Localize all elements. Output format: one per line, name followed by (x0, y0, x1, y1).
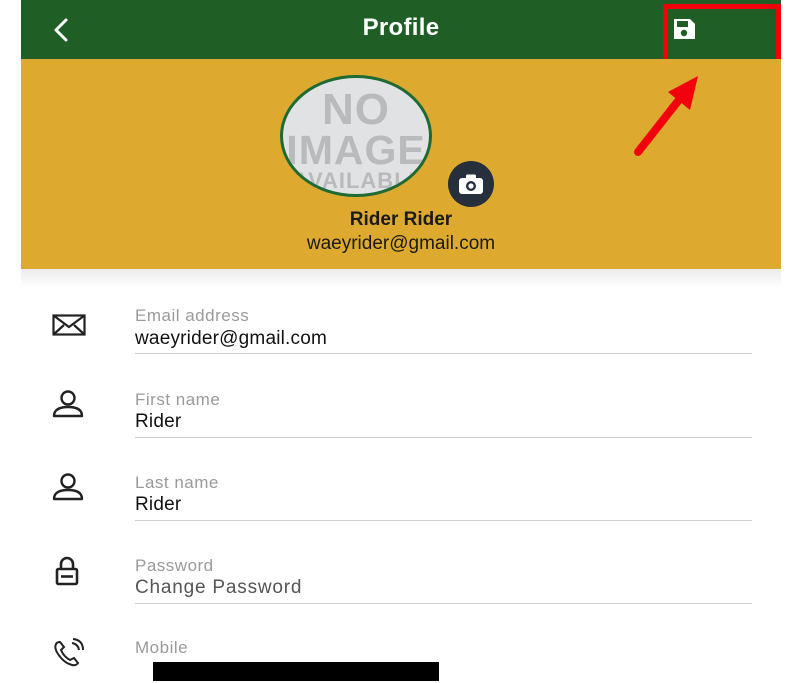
page-title: Profile (362, 14, 440, 41)
save-button[interactable] (672, 18, 696, 40)
email-label: Email address (135, 306, 250, 325)
phone-icon (54, 638, 84, 667)
header-shadow (21, 269, 781, 289)
password-field[interactable]: Password Change Password (0, 552, 789, 608)
last-name-field[interactable]: Last name Rider (0, 467, 789, 523)
last-name-value: Rider (135, 494, 182, 515)
avatar-placeholder-line3: AVAILABLE (292, 168, 425, 193)
camera-icon (459, 174, 483, 194)
envelope-icon (52, 314, 86, 336)
lock-icon (55, 556, 79, 586)
avatar-placeholder-line1: NO (322, 85, 390, 134)
redaction-bar (153, 662, 439, 681)
mobile-label: Mobile (135, 638, 189, 657)
avatar-placeholder-line2: IMAGE (286, 127, 426, 173)
first-name-value: Rider (135, 411, 182, 432)
last-name-label: Last name (135, 473, 219, 492)
email-field[interactable]: Email address waeyrider@gmail.com (0, 300, 789, 356)
profile-email: waeyrider@gmail.com (306, 233, 496, 254)
first-name-field[interactable]: First name Rider (0, 384, 789, 440)
floppy-disk-icon (674, 19, 695, 39)
person-icon (52, 473, 84, 501)
person-icon (52, 390, 84, 418)
last-name-underline (135, 520, 752, 521)
password-label: Password (135, 556, 214, 575)
profile-name: Rider Rider (349, 209, 453, 230)
top-app-bar: Profile (21, 0, 781, 59)
password-underline (135, 603, 752, 604)
email-underline (135, 353, 752, 354)
change-password-link[interactable]: Change Password (135, 577, 302, 599)
email-value: waeyrider@gmail.com (135, 328, 328, 349)
first-name-underline (135, 437, 752, 438)
avatar: NO IMAGE AVAILABLE (280, 75, 432, 197)
change-photo-button[interactable] (448, 161, 494, 207)
first-name-label: First name (135, 390, 221, 409)
